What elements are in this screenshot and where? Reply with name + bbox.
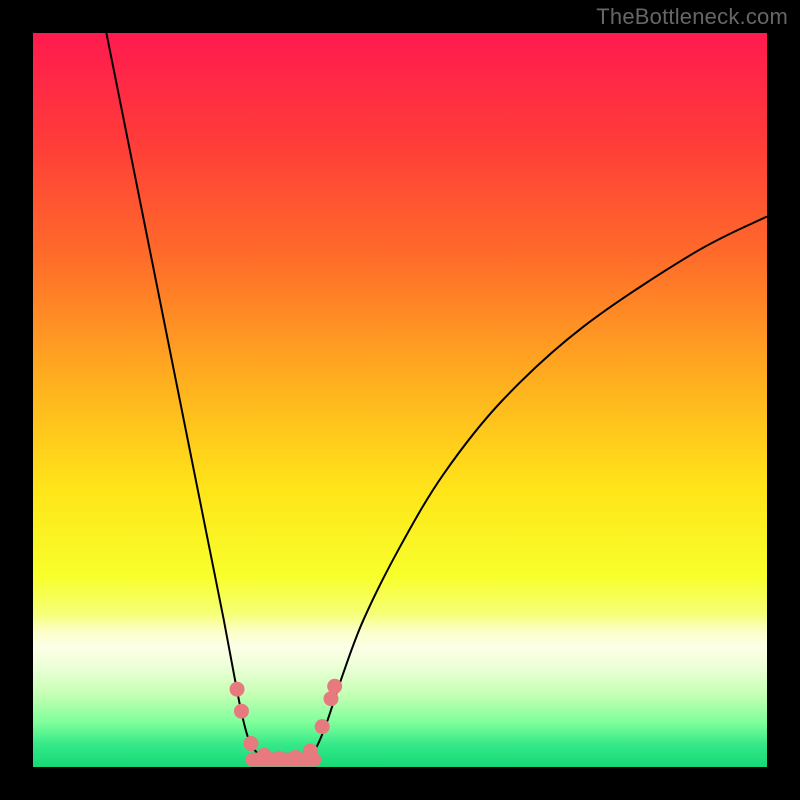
curve-marker	[257, 748, 272, 763]
curve-marker	[271, 751, 286, 766]
chart-plot-area	[33, 33, 767, 767]
curve-marker	[230, 682, 245, 697]
curve-marker	[234, 704, 249, 719]
bottleneck-curve	[106, 33, 767, 762]
watermark-label: TheBottleneck.com	[596, 4, 788, 30]
chart-svg	[33, 33, 767, 767]
chart-stage: TheBottleneck.com	[0, 0, 800, 800]
curve-marker	[303, 743, 318, 758]
curve-marker	[288, 750, 303, 765]
curve-markers	[230, 679, 343, 766]
curve-marker	[327, 679, 342, 694]
curve-marker	[315, 719, 330, 734]
curve-marker	[243, 736, 258, 751]
